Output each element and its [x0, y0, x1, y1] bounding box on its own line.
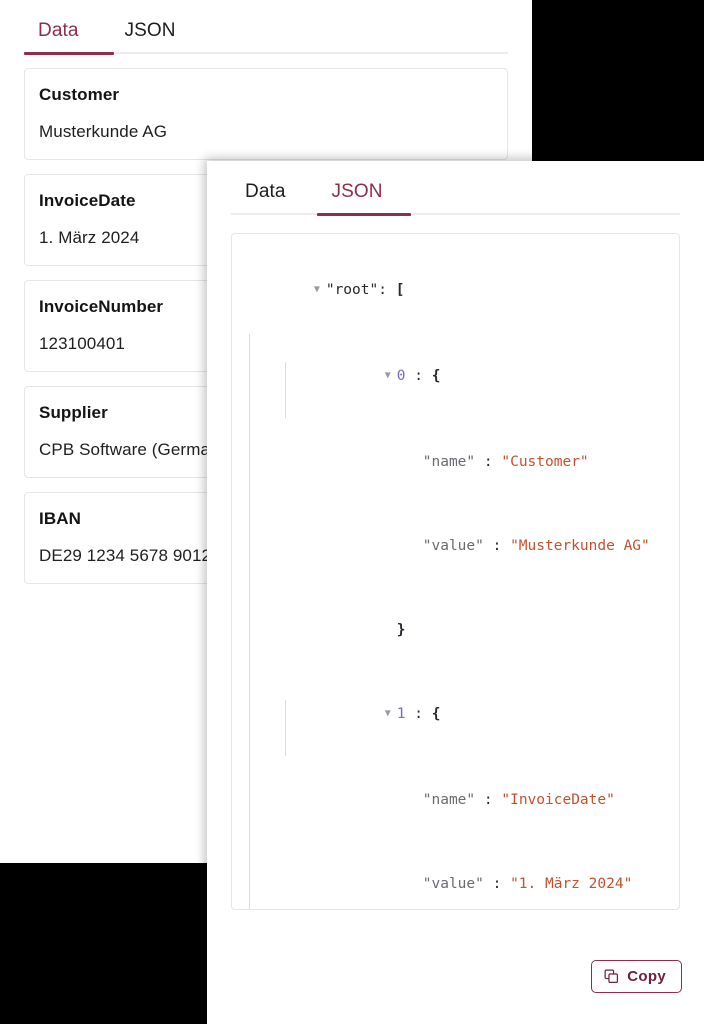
field-value: Musterkunde AG: [39, 122, 168, 141]
field-label: Customer: [39, 85, 120, 104]
json-tree: ▼ "root": [ ▼ 0 : { "name" : "Customer" "v…: [244, 248, 669, 909]
json-entry: ▼ 0 : { "name" : "Customer" "value" : "Mu…: [244, 334, 669, 672]
json-viewer[interactable]: ▼ "root": [ ▼ 0 : { "name" : "Customer" "v…: [231, 233, 680, 910]
json-name-row: "name" : "InvoiceDate": [244, 758, 669, 842]
field-card-customer: Customer Musterkunde AG: [24, 68, 508, 160]
json-colon: :: [483, 454, 493, 470]
copy-button-label: Copy: [627, 968, 666, 985]
json-value-row: "value" : "Musterkunde AG": [244, 504, 669, 588]
json-close-brace: }: [396, 622, 406, 638]
front-panel-active-tab-indicator: [317, 213, 411, 216]
json-open-brace: {: [431, 368, 441, 384]
back-panel-tabs: Data JSON: [24, 0, 508, 52]
json-key-value: "value": [422, 538, 484, 554]
json-colon: :: [483, 792, 493, 808]
json-entry-header[interactable]: ▼ 0 : {: [244, 334, 669, 420]
json-value-name: "Customer": [501, 454, 589, 470]
json-entries: ▼ 0 : { "name" : "Customer" "value" : "Mu…: [244, 334, 669, 909]
back-panel-tabbar: Data JSON: [0, 0, 532, 55]
tab-json[interactable]: JSON: [318, 178, 397, 213]
chevron-down-icon[interactable]: ▼: [314, 276, 326, 304]
chevron-down-icon[interactable]: ▼: [385, 700, 397, 728]
json-name-row: "name" : "Customer": [244, 420, 669, 504]
json-colon: :: [378, 282, 387, 298]
json-value-name: "InvoiceDate": [501, 792, 615, 808]
json-value-value: "Musterkunde AG": [510, 538, 650, 554]
json-key-name: "name": [422, 792, 476, 808]
json-root-key: "root": [325, 282, 379, 298]
json-root-row[interactable]: ▼ "root": [: [244, 248, 669, 334]
copy-icon: [604, 969, 619, 984]
json-colon: :: [492, 538, 502, 554]
copy-button-container: Copy: [591, 960, 682, 993]
front-panel-tab-divider: [231, 213, 680, 216]
front-panel-tabbar: Data JSON: [207, 161, 704, 216]
back-panel-tab-divider: [24, 52, 508, 55]
copy-button[interactable]: Copy: [591, 960, 682, 993]
front-panel-tabs: Data JSON: [231, 161, 680, 213]
tab-data[interactable]: Data: [24, 17, 93, 52]
json-value-value: "1. März 2024": [510, 876, 633, 892]
json-index: 1: [396, 706, 406, 722]
chevron-down-icon[interactable]: ▼: [385, 362, 397, 390]
json-value-row: "value" : "1. März 2024": [244, 842, 669, 909]
tab-data[interactable]: Data: [231, 178, 300, 213]
json-index: 0: [396, 368, 406, 384]
json-open-bracket: [: [395, 282, 405, 298]
json-entry-header[interactable]: ▼ 1 : {: [244, 672, 669, 758]
json-colon: :: [492, 876, 502, 892]
json-key-value: "value": [422, 876, 484, 892]
json-entry: ▼ 1 : { "name" : "InvoiceDate" "value" : …: [244, 672, 669, 909]
json-entry-close: }: [244, 588, 669, 672]
json-key-name: "name": [422, 454, 476, 470]
tab-json[interactable]: JSON: [111, 17, 190, 52]
json-colon: :: [414, 706, 423, 722]
json-open-brace: {: [431, 706, 441, 722]
json-colon: :: [414, 368, 423, 384]
json-panel: Data JSON ▼ "root": [ ▼ 0 : {"name": "…: [207, 161, 704, 1024]
back-panel-active-tab-indicator: [24, 52, 114, 55]
